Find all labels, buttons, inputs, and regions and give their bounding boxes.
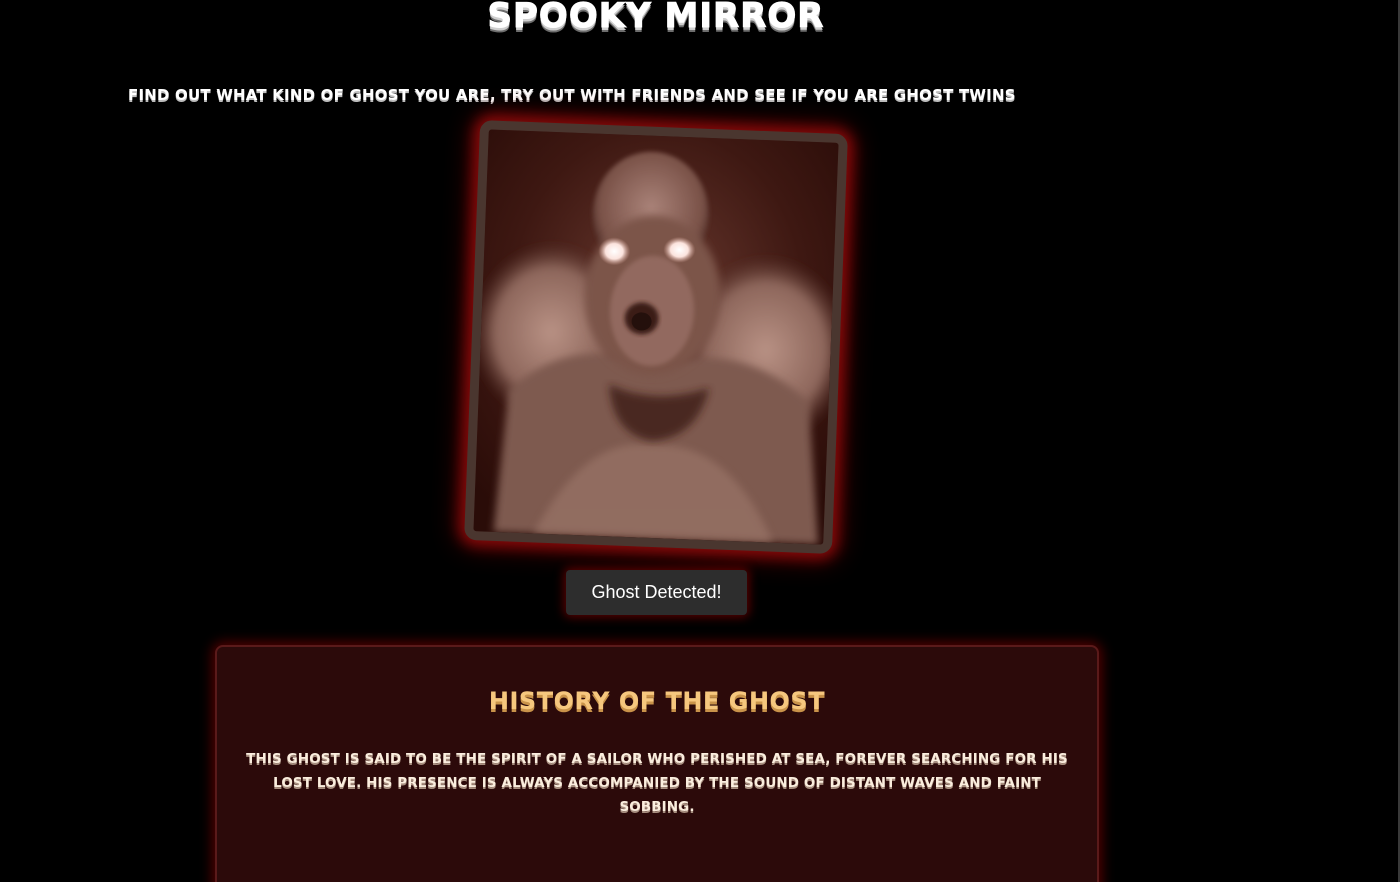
page-title: SPOOKY MIRROR (487, 0, 825, 37)
page: SPOOKY MIRROR FIND OUT WHAT KIND OF GHOS… (0, 0, 1400, 882)
ghost-detect-button[interactable]: Ghost Detected! (566, 570, 747, 615)
history-title: HISTORY OF THE GHOST (488, 687, 826, 715)
history-text: THIS GHOST IS SAID TO BE THE SPIRIT OF A… (246, 751, 1068, 815)
ghost-image (473, 129, 839, 545)
mirror-frame (464, 120, 848, 554)
page-subtitle: FIND OUT WHAT KIND OF GHOST YOU ARE, TRY… (128, 86, 1016, 104)
history-panel: HISTORY OF THE GHOST THIS GHOST IS SAID … (215, 645, 1099, 882)
